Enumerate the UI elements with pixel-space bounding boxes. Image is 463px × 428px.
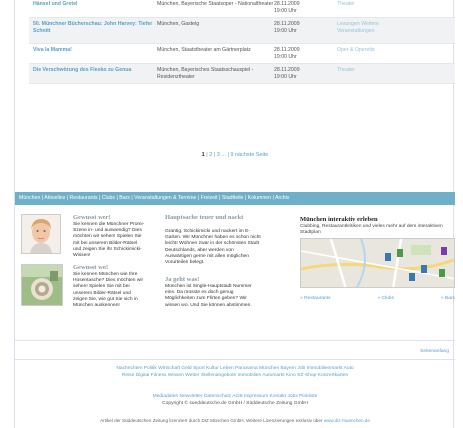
event-title-link[interactable]: Viva la Mamma!	[29, 47, 157, 54]
teaser-head-muenchner[interactable]: Hauptsache teuer und nackt	[165, 214, 255, 221]
table-row: Viva la Mamma! München, Staatstheater am…	[29, 44, 455, 64]
event-place: München, Bayerisches Staatsschauspiel - …	[157, 67, 254, 80]
map-link-clubs[interactable]: » Clubs	[377, 296, 394, 301]
pagination-links[interactable]: | 2 | 3 ... | 9 nächste Seite	[206, 152, 268, 158]
section-navbar[interactable]: München | Aktuelles | Restaurants | Club…	[15, 192, 455, 205]
event-date: 28.11.2009	[274, 47, 300, 53]
event-title-link[interactable]: 50. Münchner Bücherschau: John Harvey: T…	[29, 21, 157, 34]
event-title-link[interactable]: Die Verschwörung des Fiesko zu Genua	[29, 67, 157, 74]
teaser-head-promi[interactable]: Gewusst wer!	[73, 214, 143, 221]
teaser-body-stadt: Sie kennen München wie Ihre Hosentasche?…	[73, 272, 144, 309]
map-icon	[301, 239, 454, 287]
teaser-head-stadt[interactable]: Gewusst wo!	[73, 264, 143, 271]
table-row: Hänsel und Gretel München, Bayerische St…	[29, 0, 455, 18]
event-place: München, Bayerische Staatsoper - Nationa…	[157, 1, 274, 7]
event-date: 28.11.2009	[274, 67, 300, 73]
table-row: 50. Münchner Bücherschau: John Harvey: T…	[29, 18, 455, 44]
event-time: 19:00 Uhr	[274, 53, 297, 60]
event-time: 19:00 Uhr	[274, 27, 297, 34]
event-category-link[interactable]: Theater	[337, 67, 447, 74]
events-table: Hänsel und Gretel München, Bayerische St…	[29, 0, 455, 84]
teaser-body-flirten: München ist Single-Hauptstadt Nummer ein…	[165, 284, 252, 308]
pagination-current: 1	[201, 152, 205, 158]
map-links: » Restaurants » Clubs » Bars	[300, 296, 455, 301]
event-place: München, Staatstheater am Gärtnerplatz	[157, 47, 251, 53]
map-link-restaurants[interactable]: » Restaurants	[300, 296, 330, 301]
footer-legal-link[interactable]: www.diz-muenchen.de	[324, 418, 370, 423]
divider	[15, 359, 455, 360]
footer-sections-row1[interactable]: Nachrichten Politik Wirtschaft Geld Spor…	[15, 366, 455, 372]
event-datetime: 28.11.2009 19:00 Uhr	[274, 1, 337, 14]
event-time: 19:00 Uhr	[274, 7, 297, 14]
footer-sections-row2[interactable]: Reise Digital Fitness Wissen Wetter Stel…	[15, 373, 455, 379]
page-container: Hänsel und Gretel München, Bayerische St…	[14, 0, 455, 428]
teaser-body-muenchner: Grantig, Schickimicki und nackert im E-G…	[165, 229, 261, 266]
footer-copyright: Copyright © sueddeutsche.de GmbH / Südde…	[162, 401, 308, 406]
event-datetime: 28.11.2009 19:00 Uhr	[274, 21, 337, 34]
city-map[interactable]	[300, 238, 455, 288]
teaser-body-promi: Sie kennen die Münchner Promi-Szene in- …	[73, 222, 145, 259]
table-row: Die Verschwörung des Fiesko zu Genua Mün…	[29, 64, 455, 84]
map-link-bars[interactable]: » Bars	[441, 296, 455, 301]
event-datetime: 28.11.2009 19:00 Uhr	[274, 67, 337, 80]
pagination: 1 | 2 | 3 ... | 9 nächste Seite	[15, 152, 455, 158]
event-place: München, Gasteig	[157, 21, 200, 27]
event-category-link[interactable]: Lesungen Weitere Veranstaltungen	[337, 21, 387, 34]
city-photo-icon	[22, 265, 62, 305]
woman-portrait-icon	[22, 215, 60, 253]
event-title-link[interactable]: Hänsel und Gretel	[29, 1, 157, 8]
footer-service-links[interactable]: Mediadaten Newsletter Datenschutz AGB Im…	[15, 394, 455, 400]
event-datetime: 28.11.2009 19:00 Uhr	[274, 47, 337, 60]
event-date: 28.11.2009	[274, 1, 300, 7]
city-photo-image[interactable]	[21, 264, 63, 306]
event-time: 19:00 Uhr	[274, 73, 297, 80]
map-heading[interactable]: München interaktiv erleben	[300, 216, 378, 223]
divider	[15, 340, 455, 341]
event-category-link[interactable]: Oper & Operette	[337, 47, 447, 54]
back-to-top-link[interactable]: Seitenanfang	[420, 349, 449, 354]
event-date: 28.11.2009	[274, 21, 300, 27]
woman-portrait-image[interactable]	[21, 214, 61, 254]
footer-legal-text: Artikel der Süddeutschen Zeitung lizenzi…	[100, 418, 323, 423]
teaser-head-flirten[interactable]: Ja geht was!	[165, 276, 255, 283]
footer-legal: Artikel der Süddeutschen Zeitung lizenzi…	[15, 418, 455, 423]
map-description: Clubbing, Restaurantkritiken und vieles …	[300, 224, 443, 235]
event-category-link[interactable]: Theater	[337, 1, 447, 8]
